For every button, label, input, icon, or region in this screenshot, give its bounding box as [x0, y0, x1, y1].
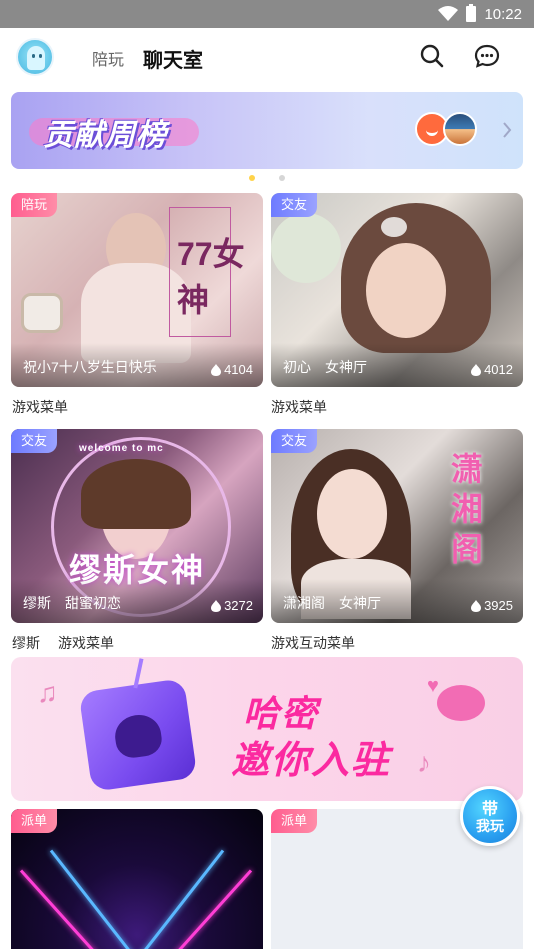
room-label: 游戏菜单	[271, 399, 327, 415]
room-tag: 派单	[271, 809, 318, 833]
room-tag: 交友	[11, 429, 58, 453]
ghost-avatar-icon	[27, 46, 45, 70]
search-icon[interactable]	[418, 42, 446, 70]
card-art-subtext: welcome to mc	[79, 443, 164, 454]
music-note-icon: ♫	[37, 677, 58, 708]
status-bar: 10:22	[0, 0, 534, 28]
room-card[interactable]: 潇湘阁 交友 潇湘阁 女神厅 3925	[271, 429, 523, 623]
join-promo-banner[interactable]: ♫ ♪ 哈密 邀你入驻 ♥	[11, 657, 523, 801]
ranking-avatar	[443, 112, 477, 146]
room-card[interactable]: 77女神 陪玩 祝小7十八岁生日快乐 4104	[11, 193, 263, 387]
banner-top-avatars	[415, 112, 485, 148]
tab-chatroom[interactable]: 聊天室	[143, 44, 203, 75]
lips-icon	[437, 685, 485, 721]
room-card[interactable]: 交友 初心 女神厅 4012	[271, 193, 523, 387]
room-name: 缪斯 甜蜜初恋	[23, 595, 121, 611]
radio-icon	[78, 658, 198, 792]
pagination-dot-active	[249, 175, 255, 181]
room-heat: 4012	[471, 362, 513, 377]
room-label: 游戏互动菜单	[271, 635, 355, 651]
weekly-ranking-banner[interactable]: 贡献周榜	[11, 92, 523, 169]
room-heat: 4104	[211, 362, 253, 377]
room-card[interactable]: 派单	[11, 809, 263, 949]
card-art-text: 77女神	[177, 236, 245, 318]
user-avatar[interactable]	[16, 38, 54, 76]
room-name: 初心 女神厅	[283, 359, 367, 375]
message-icon[interactable]	[473, 42, 501, 70]
heart-icon: ♥	[427, 675, 439, 697]
tab-chatroom-label: 聊天室	[143, 50, 203, 72]
room-card[interactable]: 缪斯女神 welcome to mc 交友 缪斯 甜蜜初恋 3272	[11, 429, 263, 623]
chevron-right-icon	[503, 122, 512, 138]
music-note-icon: ♪	[417, 747, 431, 778]
room-tag: 交友	[271, 193, 318, 217]
room-tag: 陪玩	[11, 193, 58, 217]
promo-subtitle: 邀你入驻	[231, 740, 392, 782]
room-heat: 3272	[211, 598, 253, 613]
banner-title: 贡献周榜	[43, 119, 167, 152]
flame-icon	[211, 599, 222, 612]
wifi-icon	[438, 6, 459, 21]
float-button-line2: 我玩	[476, 818, 504, 834]
top-nav: 陪玩 聊天室	[0, 28, 534, 88]
take-me-play-button[interactable]: 带 我玩	[460, 786, 520, 846]
card-art-text: 潇湘阁	[451, 451, 484, 567]
flame-icon	[211, 363, 222, 376]
room-tag: 派单	[11, 809, 58, 833]
room-heat: 3925	[471, 598, 513, 613]
room-tag: 交友	[271, 429, 318, 453]
room-name: 潇湘阁 女神厅	[283, 595, 381, 611]
flame-icon	[471, 363, 482, 376]
room-label: 游戏菜单	[12, 399, 68, 415]
pagination-dot	[279, 175, 285, 181]
flame-icon	[471, 599, 482, 612]
room-label: 缪斯 游戏菜单	[12, 635, 114, 651]
banner-pagination	[249, 175, 285, 181]
tab-peiwan[interactable]: 陪玩	[92, 46, 124, 70]
status-time: 10:22	[484, 5, 522, 23]
battery-icon	[466, 4, 477, 22]
room-name: 祝小7十八岁生日快乐	[23, 359, 157, 375]
